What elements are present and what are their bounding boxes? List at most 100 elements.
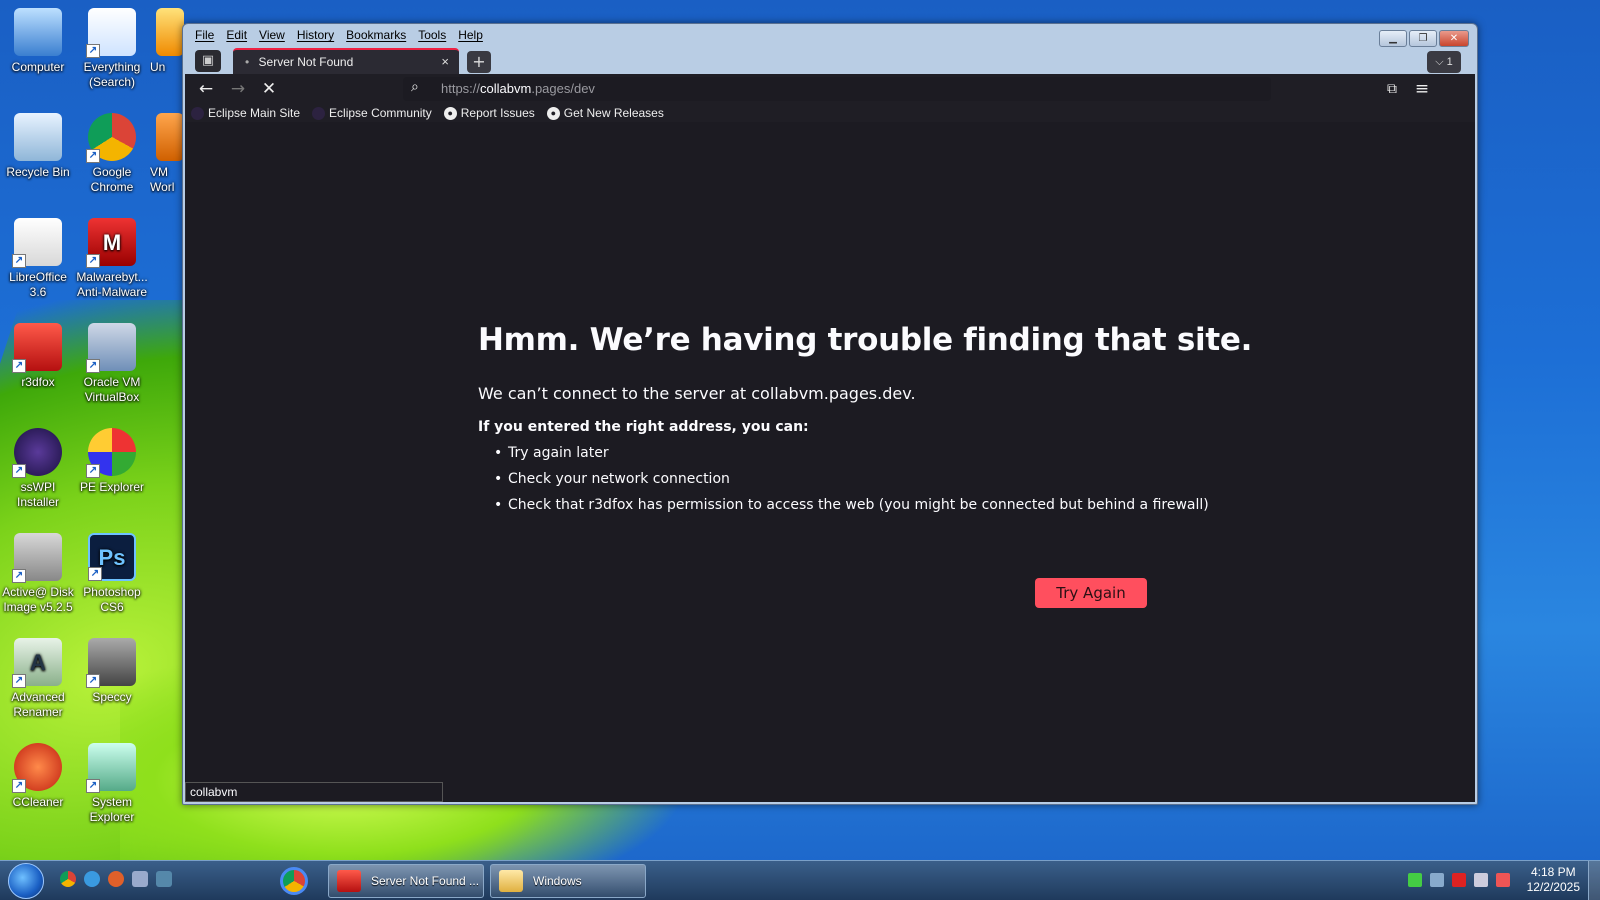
chrome-taskbar-icon[interactable] bbox=[280, 867, 308, 895]
network-icon[interactable] bbox=[1474, 873, 1488, 887]
desktop-icon-vm[interactable]: VM Worl bbox=[150, 113, 186, 195]
minimize-button[interactable]: ▁ bbox=[1379, 30, 1407, 47]
hamburger-menu-icon[interactable]: ≡ bbox=[1411, 78, 1433, 100]
chrome-icon[interactable] bbox=[60, 871, 76, 887]
bookmark-get-new-releases[interactable]: ● Get New Releases bbox=[546, 104, 664, 122]
desktop-icon-system-explorer[interactable]: ↗ System Explorer bbox=[74, 743, 150, 825]
eclipse-icon bbox=[312, 106, 326, 120]
desktop-icon-chrome[interactable]: ↗ Google Chrome bbox=[74, 113, 150, 195]
r3dfox-icon bbox=[337, 870, 361, 892]
tab-list-button[interactable]: ⌵ 1 bbox=[1427, 51, 1461, 73]
bookmark-eclipse-community[interactable]: Eclipse Community bbox=[312, 104, 432, 122]
desktop-icon-r3dfox[interactable]: ↗ r3dfox bbox=[0, 323, 76, 390]
error-subtitle: If you entered the right address, you ca… bbox=[478, 419, 809, 435]
taskbar-item-windows[interactable]: Windows bbox=[490, 864, 646, 898]
list-item: Try again later bbox=[494, 445, 1178, 461]
show-desktop-icon[interactable] bbox=[132, 871, 148, 887]
url-text: https://collabvm.pages/dev bbox=[441, 81, 595, 96]
chevron-down-icon: ⌵ bbox=[1435, 56, 1444, 68]
desktop-icon-malwarebytes[interactable]: M ↗ Malwarebyt... Anti-Malware bbox=[74, 218, 150, 300]
desktop-icon-pe-explorer[interactable]: ↗ PE Explorer bbox=[74, 428, 150, 495]
desktop-icon-speccy[interactable]: ↗ Speccy bbox=[74, 638, 150, 705]
status-bar: collabvm bbox=[185, 782, 443, 802]
url-bar[interactable]: ⌕ https://collabvm.pages/dev bbox=[403, 77, 1271, 101]
close-window-button[interactable]: ✕ bbox=[1439, 30, 1469, 47]
forward-arrow-icon[interactable]: → bbox=[227, 78, 249, 100]
error-panel: Hmm. We’re having trouble finding that s… bbox=[478, 322, 1252, 523]
tab-server-not-found[interactable]: • Server Not Found × bbox=[233, 48, 459, 74]
new-tab-button[interactable]: + bbox=[467, 51, 491, 73]
navigation-toolbar: ← → ✕ ⌕ https://collabvm.pages/dev ⧉ ≡ E… bbox=[185, 74, 1475, 122]
list-item: Check that r3dfox has permission to acce… bbox=[494, 497, 1209, 513]
desktop-icon-computer[interactable]: Computer bbox=[0, 8, 76, 75]
show-desktop-button[interactable] bbox=[1588, 861, 1600, 900]
desktop-icon-libreoffice[interactable]: ↗ LibreOffice 3.6 bbox=[0, 218, 76, 300]
menu-tools[interactable]: Tools bbox=[418, 28, 446, 42]
search-icon: ⌕ bbox=[411, 79, 419, 95]
bookmark-report-issues[interactable]: ● Report Issues bbox=[443, 104, 535, 122]
security-icon[interactable] bbox=[1408, 873, 1422, 887]
quick-launch bbox=[60, 871, 172, 887]
virtualbox-icon: ↗ bbox=[86, 323, 136, 373]
stop-loading-icon[interactable]: ✕ bbox=[258, 78, 280, 100]
tab-loading-dot-icon: • bbox=[245, 55, 250, 69]
bookmark-eclipse-main-site[interactable]: Eclipse Main Site bbox=[191, 104, 300, 122]
desktop-icon-advanced-renamer[interactable]: A ↗ Advanced Renamer bbox=[0, 638, 76, 720]
desktop-icon-active-disk-image[interactable]: ↗ Active@ Disk Image v5.2.5 bbox=[0, 533, 76, 615]
maximize-button[interactable]: ❐ bbox=[1409, 30, 1437, 47]
desktop-icon-virtualbox[interactable]: ↗ Oracle VM VirtualBox bbox=[74, 323, 150, 405]
malwarebytes-icon: M ↗ bbox=[86, 218, 136, 268]
github-icon: ● bbox=[443, 106, 457, 120]
desktop-icon-recycle-bin[interactable]: Recycle Bin bbox=[0, 113, 76, 180]
taskbar-item-server-not-found[interactable]: Server Not Found ... bbox=[328, 864, 484, 898]
desktop-icon-sswpi[interactable]: ↗ ssWPI Installer bbox=[0, 428, 76, 510]
menu-view[interactable]: View bbox=[259, 28, 285, 42]
menu-history[interactable]: History bbox=[297, 28, 334, 42]
eclipse-icon bbox=[191, 106, 204, 120]
extensions-icon[interactable]: ⧉ bbox=[1381, 78, 1403, 100]
menu-bar: File Edit View History Bookmarks Tools H… bbox=[195, 28, 483, 42]
switch-windows-icon[interactable] bbox=[156, 871, 172, 887]
system-explorer-icon: ↗ bbox=[86, 743, 136, 793]
ccleaner-icon: ↗ bbox=[12, 743, 62, 793]
internet-explorer-icon[interactable] bbox=[84, 871, 100, 887]
tab-strip: ▣ • Server Not Found × + ⌵ 1 bbox=[189, 48, 1471, 74]
recycle-bin-icon bbox=[14, 113, 62, 161]
desktop-icon-photoshop[interactable]: Ps ↗ Photoshop CS6 bbox=[74, 533, 150, 615]
desktop-icon-un[interactable]: Un bbox=[150, 8, 186, 75]
r3dfox-icon: ↗ bbox=[12, 323, 62, 373]
back-arrow-icon[interactable]: ← bbox=[195, 78, 217, 100]
desktop-icon-ccleaner[interactable]: ↗ CCleaner bbox=[0, 743, 76, 810]
try-again-button[interactable]: Try Again bbox=[1035, 578, 1147, 608]
tab-close-icon[interactable]: × bbox=[441, 50, 449, 74]
suggestion-list: Try again later Check your network conne… bbox=[478, 445, 1209, 513]
browser-window: File Edit View History Bookmarks Tools H… bbox=[182, 23, 1478, 805]
chrome-icon: ↗ bbox=[86, 113, 136, 163]
network-adapter-icon[interactable] bbox=[1430, 873, 1444, 887]
error-message: We can’t connect to the server at collab… bbox=[478, 384, 916, 403]
menu-edit[interactable]: Edit bbox=[226, 28, 247, 42]
menu-help[interactable]: Help bbox=[458, 28, 483, 42]
advanced-renamer-icon: A ↗ bbox=[12, 638, 62, 688]
taskbar: Server Not Found ... Windows 4:18 PM 12/… bbox=[0, 860, 1600, 900]
computer-icon bbox=[14, 8, 62, 56]
disk-image-icon: ↗ bbox=[12, 533, 62, 583]
firefox-icon[interactable] bbox=[108, 871, 124, 887]
error-flag-icon[interactable] bbox=[1452, 873, 1466, 887]
start-button[interactable] bbox=[8, 863, 44, 899]
volume-muted-icon[interactable] bbox=[1496, 873, 1510, 887]
page-content: Hmm. We’re having trouble finding that s… bbox=[185, 122, 1475, 802]
clock-date: 12/2/2025 bbox=[1526, 880, 1580, 894]
pe-explorer-icon: ↗ bbox=[86, 428, 136, 478]
vmware-icon bbox=[156, 113, 184, 161]
star-icon bbox=[156, 8, 184, 56]
tab-overview-icon[interactable]: ▣ bbox=[195, 50, 221, 72]
menu-file[interactable]: File bbox=[195, 28, 214, 42]
menu-bookmarks[interactable]: Bookmarks bbox=[346, 28, 406, 42]
clock[interactable]: 4:18 PM 12/2/2025 bbox=[1527, 865, 1580, 895]
clock-time: 4:18 PM bbox=[1530, 865, 1576, 879]
list-item: Check your network connection bbox=[494, 471, 1178, 487]
desktop-icon-everything[interactable]: ↗ Everything (Search) bbox=[74, 8, 150, 90]
speccy-icon: ↗ bbox=[86, 638, 136, 688]
window-controls: ▁ ❐ ✕ bbox=[1379, 30, 1469, 47]
